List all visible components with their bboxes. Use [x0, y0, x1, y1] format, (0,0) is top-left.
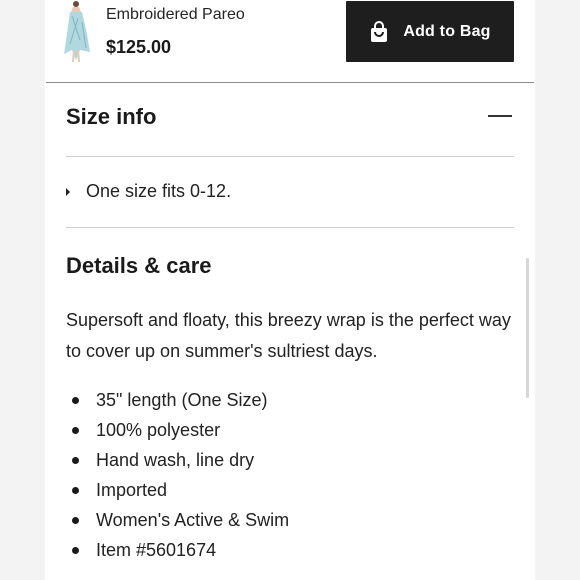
- detail-text: 100% polyester: [96, 419, 221, 440]
- bullet-icon: [72, 486, 79, 494]
- product-thumbnail[interactable]: [60, 0, 94, 64]
- bullet-icon: [72, 516, 79, 524]
- detail-text: Women's Active & Swim: [96, 509, 290, 530]
- details-list: 35" length (One Size) 100% polyester Han…: [66, 385, 289, 565]
- size-info-item: One size fits 0-12.: [66, 181, 231, 202]
- bullet-icon: [72, 456, 79, 464]
- detail-text: 35" length (One Size): [96, 389, 268, 410]
- list-item: Women's Active & Swim: [66, 505, 289, 535]
- bullet-icon: [72, 396, 79, 404]
- product-name: Embroidered Pareo: [106, 6, 245, 23]
- add-to-bag-button[interactable]: Add to Bag: [346, 1, 514, 62]
- product-description: Supersoft and floaty, this breezy wrap i…: [66, 310, 511, 361]
- scrollbar[interactable]: [526, 258, 529, 398]
- size-info-heading[interactable]: Size info: [66, 104, 156, 130]
- bullet-icon: [72, 546, 79, 554]
- product-details-panel: Embroidered Pareo $125.00 Add to Bag Siz…: [46, 0, 534, 580]
- bullet-icon: [66, 187, 70, 196]
- detail-text: Item #5601674: [96, 539, 217, 560]
- size-info-text: One size fits 0-12.: [86, 181, 232, 201]
- detail-text: Imported: [96, 479, 168, 500]
- divider: [66, 227, 514, 228]
- list-item: 35" length (One Size): [66, 385, 289, 415]
- product-price: $125.00: [106, 37, 172, 57]
- minus-icon-bar: [488, 115, 512, 117]
- add-to-bag-label: Add to Bag: [403, 22, 491, 40]
- details-care-heading[interactable]: Details & care: [66, 253, 212, 279]
- divider: [66, 156, 514, 157]
- shopping-bag-icon: [371, 20, 388, 42]
- page: Embroidered Pareo $125.00 Add to Bag Siz…: [0, 0, 580, 580]
- bullet-icon: [72, 426, 79, 434]
- list-item: Item #5601674: [66, 535, 289, 565]
- sticky-product-bar: Embroidered Pareo $125.00 Add to Bag: [46, 0, 534, 83]
- list-item: Imported: [66, 475, 289, 505]
- detail-text: Hand wash, line dry: [96, 449, 255, 470]
- list-item: 100% polyester: [66, 415, 289, 445]
- list-item: Hand wash, line dry: [66, 445, 289, 475]
- minus-icon[interactable]: [488, 106, 512, 126]
